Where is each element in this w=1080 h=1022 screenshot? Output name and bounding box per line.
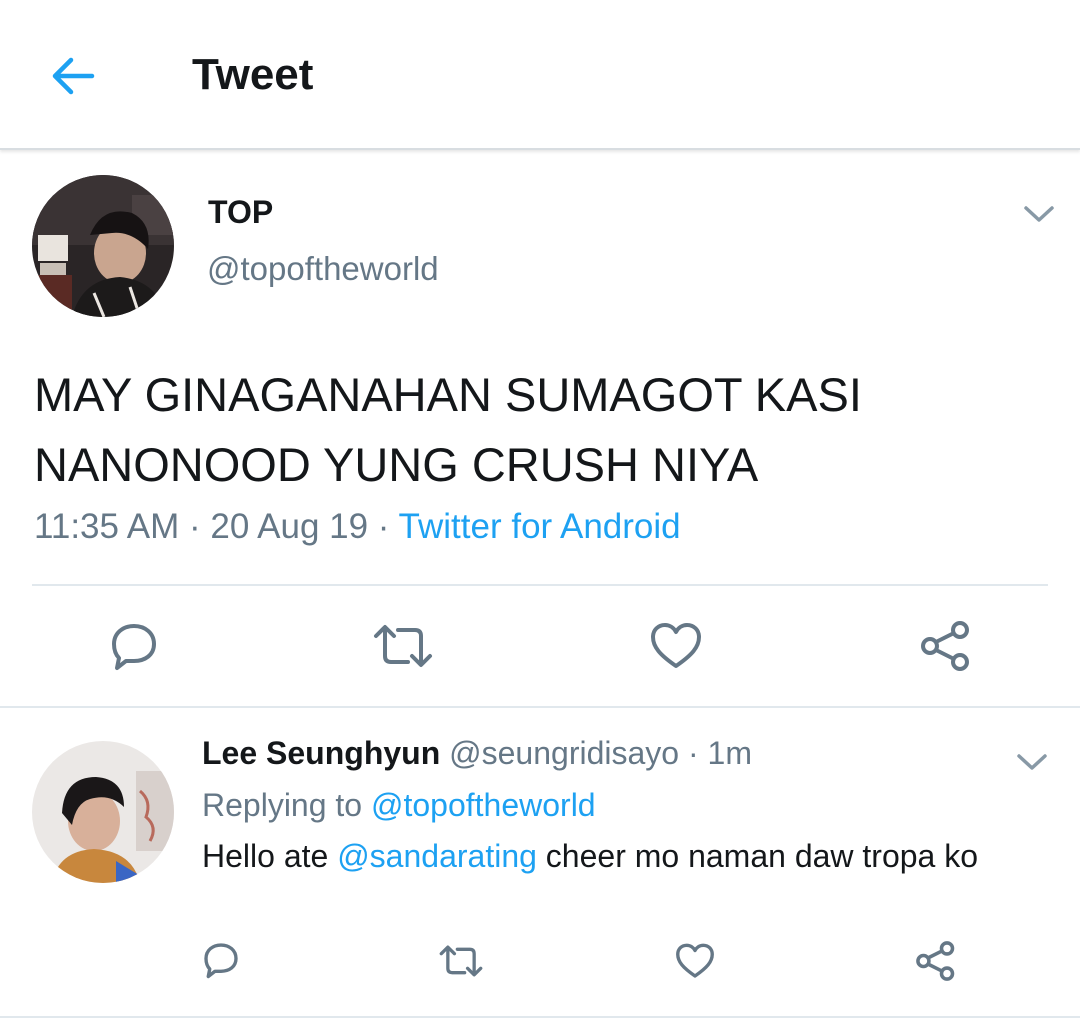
tweet-time: 11:35 AM: [34, 507, 180, 546]
reply-text-part: Hello ate: [202, 838, 329, 874]
avatar[interactable]: [32, 175, 174, 317]
reply-icon: [112, 624, 156, 670]
avatar[interactable]: [32, 741, 174, 883]
divider: [32, 584, 1048, 586]
reply-button[interactable]: [200, 940, 242, 985]
like-button[interactable]: [648, 620, 704, 677]
tweet-source-link[interactable]: Twitter for Android: [399, 507, 681, 546]
share-button[interactable]: [914, 940, 958, 987]
back-button[interactable]: [44, 48, 104, 104]
meta-separator: ·: [377, 507, 390, 546]
share-icon: [921, 621, 969, 671]
reply-text: Hello ate @sandarating cheer mo naman da…: [202, 838, 978, 875]
tweet-meta: 11:35 AM · 20 Aug 19 · Twitter for Andro…: [34, 507, 681, 547]
reply-author-handle[interactable]: @seungridisayo: [449, 735, 679, 771]
retweet-icon: [374, 625, 432, 667]
replying-to-label: Replying to: [202, 787, 363, 823]
retweet-icon: [439, 945, 483, 977]
tweet-text: MAY GINAGANAHAN SUMAGOT KASI NANONOOD YU…: [34, 360, 1044, 500]
tweet-date: 20 Aug 19: [210, 507, 369, 546]
chevron-down-icon[interactable]: [1022, 203, 1056, 225]
reply-author-name[interactable]: Lee Seunghyun: [202, 735, 440, 771]
like-icon: [651, 623, 701, 668]
divider: [0, 1016, 1080, 1018]
tweet-text-line: MAY GINAGANAHAN SUMAGOT KASI: [34, 368, 862, 421]
meta-separator: ·: [687, 735, 699, 771]
reply-header: Lee Seunghyun @seungridisayo · 1m: [202, 735, 752, 772]
retweet-button[interactable]: [438, 942, 484, 985]
reply-icon: [204, 943, 238, 979]
page-title: Tweet: [192, 50, 314, 99]
arrow-left-icon: [52, 57, 95, 95]
mention-link[interactable]: @sandarating: [337, 838, 537, 874]
reply-button[interactable]: [106, 620, 162, 677]
replying-to: Replying to @topoftheworld: [202, 787, 596, 824]
reply-time: 1m: [707, 735, 752, 771]
like-icon: [676, 943, 714, 978]
replying-to-link[interactable]: @topoftheworld: [371, 787, 596, 823]
share-button[interactable]: [918, 620, 974, 677]
like-button[interactable]: [674, 941, 716, 986]
reply-text-part: cheer mo naman daw tropa ko: [545, 838, 979, 874]
author-handle[interactable]: @topoftheworld: [207, 250, 439, 288]
meta-separator: ·: [189, 507, 201, 546]
tweet-text-line: NANONOOD YUNG CRUSH NIYA: [34, 438, 759, 491]
author-name[interactable]: TOP: [208, 194, 273, 231]
chevron-down-icon[interactable]: [1015, 751, 1049, 773]
divider: [0, 706, 1080, 708]
top-app-bar: Tweet: [0, 0, 1080, 150]
retweet-button[interactable]: [372, 620, 434, 677]
share-icon: [916, 941, 955, 981]
